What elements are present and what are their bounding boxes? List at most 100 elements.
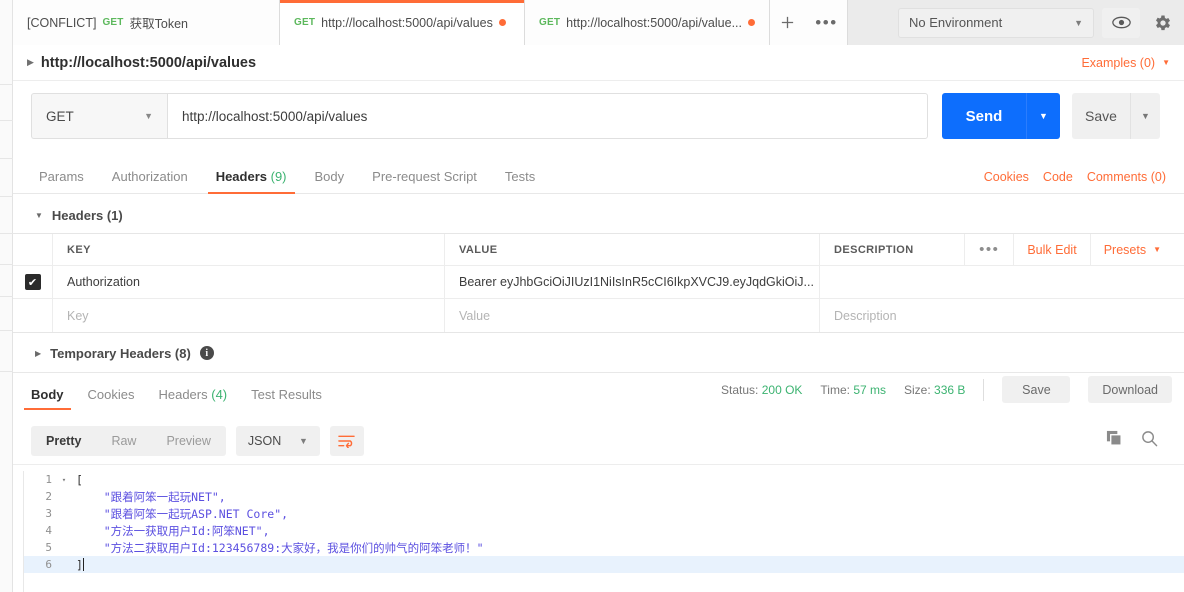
tab-title: http://localhost:5000/api/values <box>321 15 493 30</box>
request-tab-2[interactable]: GET http://localhost:5000/api/value... <box>525 0 770 45</box>
info-icon[interactable]: i <box>199 346 214 360</box>
tab-body[interactable]: Body <box>301 169 359 193</box>
tab-bar: [CONFLICT] GET 获取Token GET http://localh… <box>13 0 1184 45</box>
tab-authorization[interactable]: Authorization <box>98 169 202 193</box>
header-enabled-checkbox[interactable]: ✔ <box>24 274 41 290</box>
tab-tests[interactable]: Tests <box>491 169 549 193</box>
comments-link[interactable]: Comments (0) <box>1087 170 1166 184</box>
response-tab-body[interactable]: Body <box>19 387 76 410</box>
http-method-select[interactable]: GET ▼ <box>31 93 167 139</box>
line-number: 1 <box>45 473 52 486</box>
response-format-select[interactable]: JSON ▼ <box>235 426 320 456</box>
code-text: "跟着阿笨一起玩NET", <box>76 489 226 504</box>
line-number: 2 <box>45 490 52 503</box>
view-mode-raw[interactable]: Raw <box>96 426 151 456</box>
headers-table-header-row: KEY VALUE DESCRIPTION ••• Bulk Edit Pres… <box>13 234 1184 266</box>
row-checkbox-cell <box>13 299 53 332</box>
temporary-headers-toggle[interactable]: ▶ Temporary Headers (8) i <box>13 338 1184 368</box>
headers-section-toggle[interactable]: ▼ Headers (1) <box>13 200 1184 233</box>
save-response-button[interactable]: Save <box>1002 376 1071 403</box>
new-header-value-input[interactable]: Value <box>445 299 820 332</box>
time-badge: Time: 57 ms <box>820 383 886 397</box>
response-body-toolbar: Pretty Raw Preview JSON ▼ <box>13 418 1184 464</box>
collapsed-sidebar-strip <box>0 0 13 592</box>
chevron-down-icon: ▼ <box>1074 17 1083 28</box>
search-button[interactable] <box>1141 430 1158 452</box>
environment-name: No Environment <box>909 15 1003 30</box>
environment-selector[interactable]: No Environment ▼ <box>898 7 1094 38</box>
unsaved-indicator-dot <box>498 19 506 26</box>
tab-label: Cookies <box>87 387 135 402</box>
presets-button[interactable]: Presets ▼ <box>1089 234 1174 265</box>
response-separator <box>13 372 1184 373</box>
send-options-button[interactable]: ▼ <box>1026 93 1060 139</box>
new-header-key-input[interactable]: Key <box>53 299 445 332</box>
response-tab-test-results[interactable]: Test Results <box>239 387 334 410</box>
table-row-placeholder[interactable]: Key Value Description <box>13 299 1184 332</box>
word-wrap-button[interactable] <box>329 426 364 456</box>
request-tab-1[interactable]: GET http://localhost:5000/api/values <box>280 0 525 45</box>
download-response-button[interactable]: Download <box>1088 376 1172 403</box>
headers-section: ▼ Headers (1) KEY VALUE DESCRIPTION ••• … <box>13 200 1184 333</box>
json-code-editor[interactable]: 1 ▾ [ 2 "跟着阿笨一起玩NET", 3 "跟着阿笨一起玩ASP.NET … <box>23 471 1184 592</box>
response-body-viewer[interactable]: 1 ▾ [ 2 "跟着阿笨一起玩NET", 3 "跟着阿笨一起玩ASP.NET … <box>13 464 1184 592</box>
request-tab-links: Cookies Code Comments (0) <box>984 170 1166 193</box>
tab-pre-request-script[interactable]: Pre-request Script <box>358 169 491 193</box>
tab-headers[interactable]: Headers (9) <box>202 169 301 194</box>
postman-window: [CONFLICT] GET 获取Token GET http://localh… <box>0 0 1184 592</box>
tab-label: Body <box>31 387 64 402</box>
line-number: 6 <box>45 558 52 571</box>
tab-options-button[interactable]: ••• <box>805 0 848 45</box>
tab-label: Headers <box>158 387 208 402</box>
header-value-cell[interactable]: Bearer eyJhbGciOiJIUzI1NiIsInR5cCI6IkpXV… <box>445 266 820 298</box>
url-value: http://localhost:5000/api/values <box>182 108 368 124</box>
header-description-cell[interactable] <box>820 266 1184 298</box>
copy-button[interactable] <box>1106 430 1123 452</box>
code-text: "跟着阿笨一起玩ASP.NET Core", <box>76 506 289 521</box>
chevron-down-icon: ▼ <box>144 111 153 121</box>
cookies-link[interactable]: Cookies <box>984 170 1029 184</box>
examples-button[interactable]: Examples (0) ▼ <box>1081 56 1170 70</box>
headers-table: KEY VALUE DESCRIPTION ••• Bulk Edit Pres… <box>13 233 1184 333</box>
new-header-description-input[interactable]: Description <box>820 299 1184 332</box>
settings-button[interactable] <box>1148 8 1178 38</box>
send-button[interactable]: Send <box>942 93 1026 139</box>
code-link[interactable]: Code <box>1043 170 1073 184</box>
tab-label: Body <box>314 169 345 184</box>
tab-label: Test Results <box>251 387 322 402</box>
tab-method-label: GET <box>102 17 124 28</box>
code-fold-toggle[interactable]: ▾ <box>58 476 70 484</box>
gear-icon <box>1156 15 1170 30</box>
view-mode-preview[interactable]: Preview <box>151 426 225 456</box>
save-button[interactable]: Save <box>1072 93 1130 139</box>
status-label: Status: <box>721 382 759 397</box>
bulk-edit-button[interactable]: Bulk Edit <box>1013 234 1089 265</box>
code-text: [ <box>76 472 83 487</box>
response-tab-headers[interactable]: Headers (4) <box>146 387 239 410</box>
response-tab-cookies[interactable]: Cookies <box>76 387 147 410</box>
status-badge: Status: 200 OK <box>721 383 802 397</box>
header-key-cell[interactable]: Authorization <box>53 266 445 298</box>
size-value: 336 B <box>934 382 966 397</box>
tab-method-label: GET <box>539 17 561 28</box>
url-input[interactable]: http://localhost:5000/api/values <box>167 93 928 139</box>
response-format-value: JSON <box>247 434 282 448</box>
temporary-headers-label: Temporary Headers (8) <box>50 345 191 361</box>
eye-icon <box>1111 16 1131 29</box>
environment-quick-look-button[interactable] <box>1102 7 1140 38</box>
response-section-tabs: Body Cookies Headers (4) Test Results St… <box>13 376 1184 410</box>
request-tab-0[interactable]: [CONFLICT] GET 获取Token <box>13 0 280 45</box>
time-value: 57 ms <box>853 382 887 397</box>
new-tab-button[interactable] <box>769 0 806 45</box>
headers-more-options-button[interactable]: ••• <box>964 234 1013 265</box>
save-options-button[interactable]: ▼ <box>1130 93 1160 139</box>
tab-label: Pre-request Script <box>372 169 477 184</box>
tab-params[interactable]: Params <box>31 169 98 193</box>
expand-arrow-icon[interactable]: ▶ <box>27 57 34 68</box>
line-number: 5 <box>45 541 52 554</box>
view-mode-pretty[interactable]: Pretty <box>31 426 96 456</box>
code-line: 2 "跟着阿笨一起玩NET", <box>24 488 1184 505</box>
table-row[interactable]: ✔ Authorization Bearer eyJhbGciOiJIUzI1N… <box>13 266 1184 299</box>
meta-divider <box>983 378 985 401</box>
tab-title: 获取Token <box>129 17 188 31</box>
